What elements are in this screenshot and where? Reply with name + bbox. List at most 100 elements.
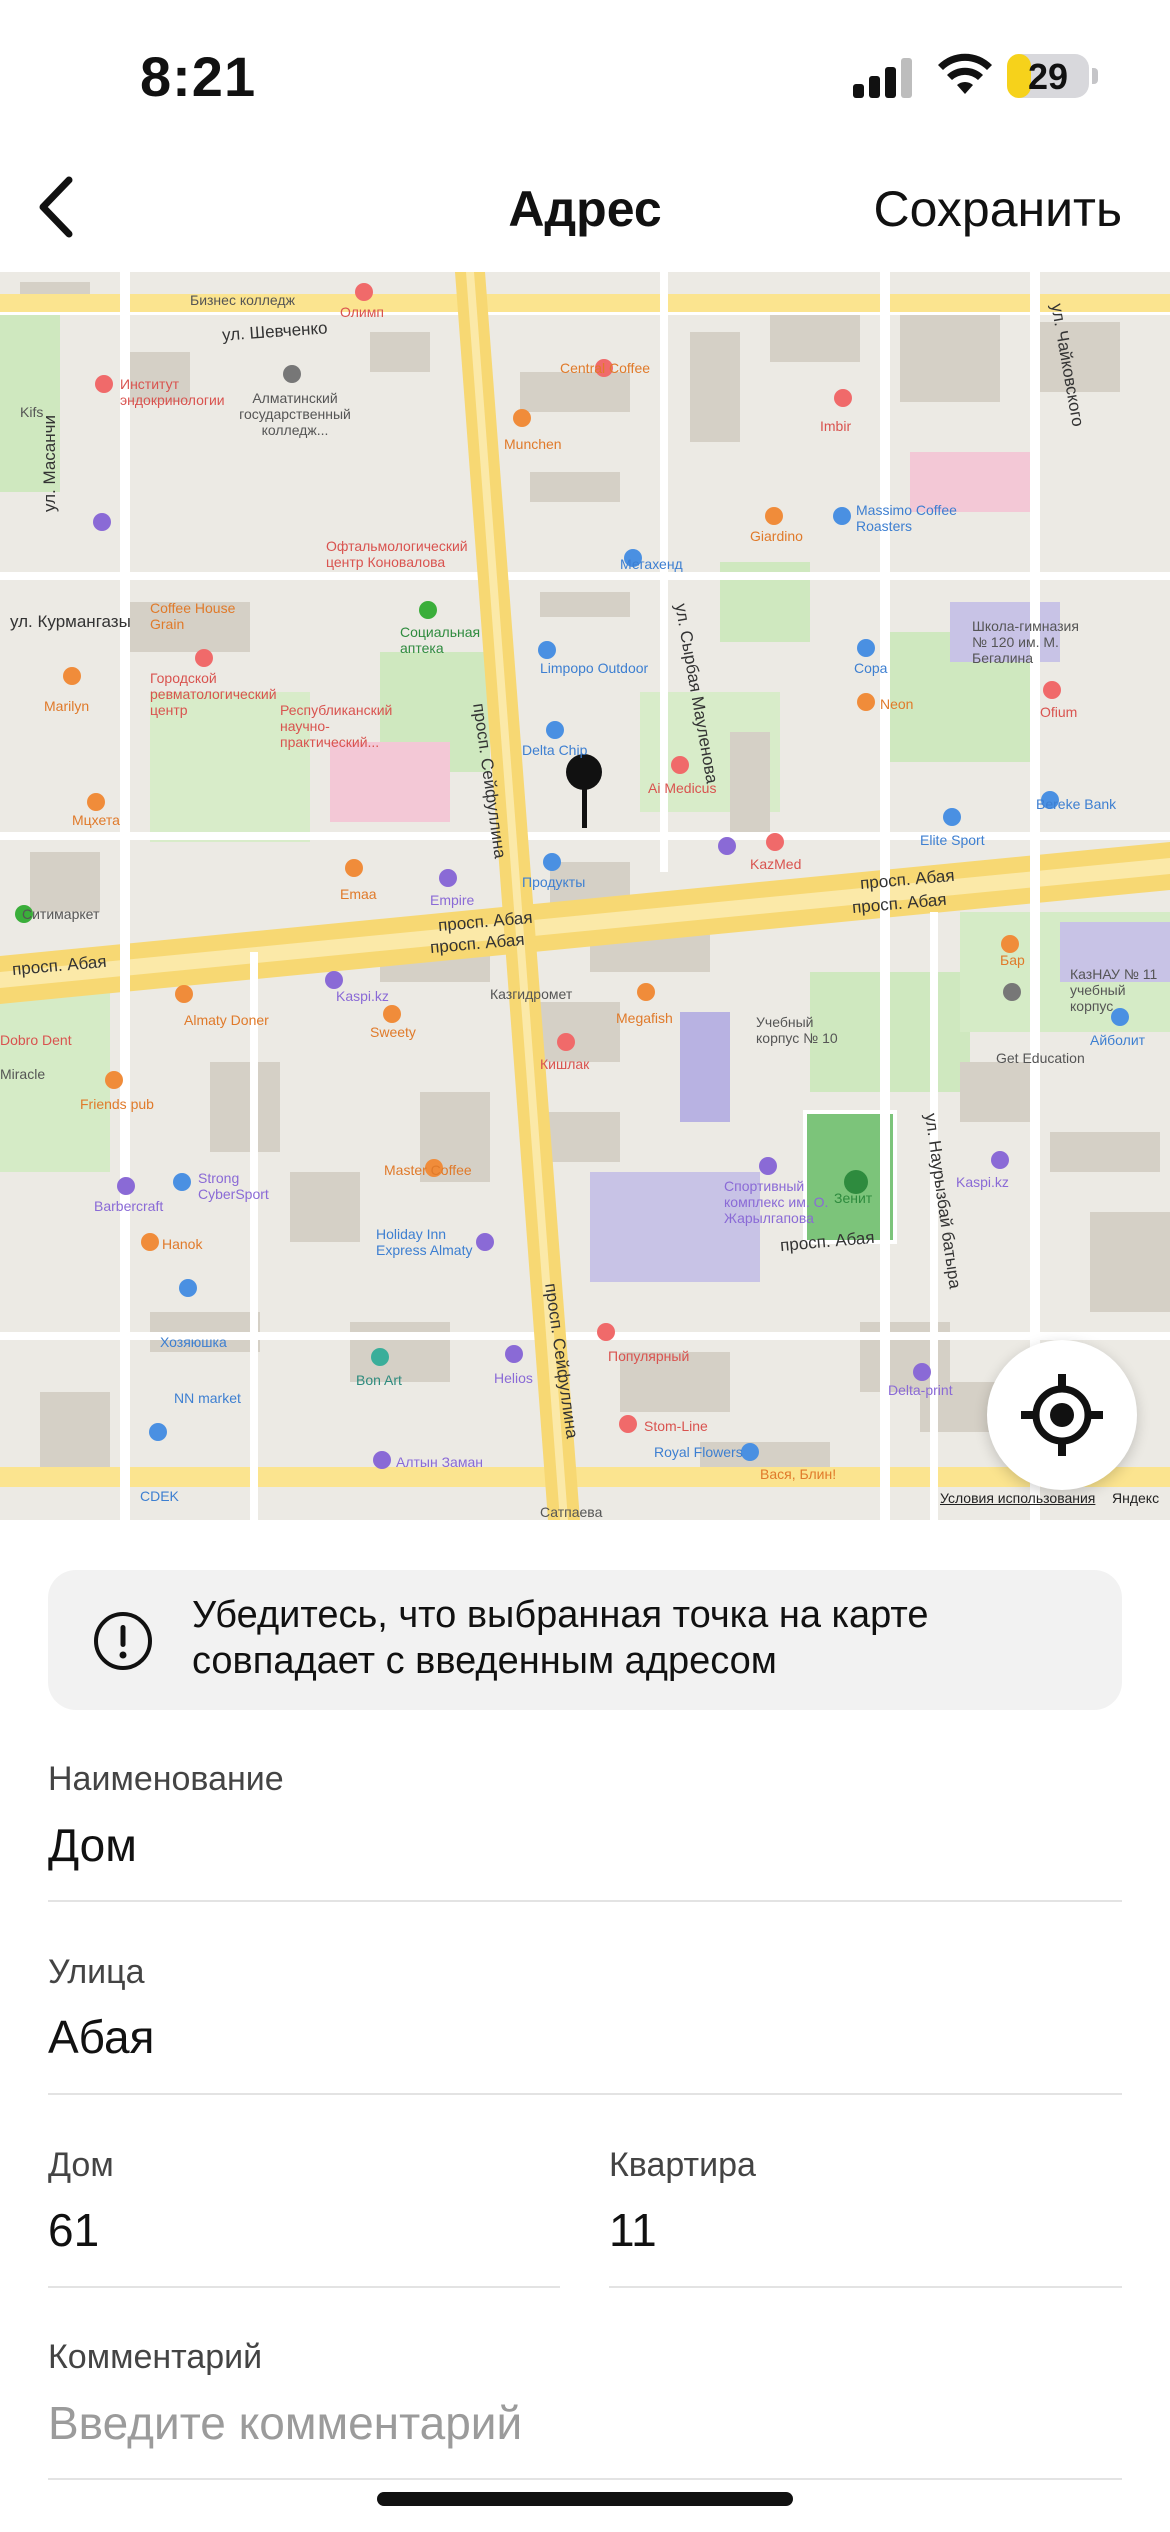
apartment-field[interactable]: 11 [609, 2203, 657, 2257]
map-label: Delta Chip [522, 742, 588, 758]
comment-label: Комментарий [48, 2338, 263, 2376]
map-label: Helios [494, 1370, 533, 1386]
name-label: Наименование [48, 1760, 284, 1798]
house-divider [48, 2286, 560, 2288]
map-label: Master Coffee [384, 1162, 472, 1178]
map-label: Олимп [340, 304, 384, 320]
map-label: Бар [1000, 952, 1025, 968]
map-label: NN market [174, 1390, 241, 1406]
map-label: Казгидромет [490, 986, 573, 1002]
map-label: Вася, Блин! [760, 1466, 837, 1482]
map-label: CDEK [140, 1488, 179, 1504]
battery-tip [1092, 68, 1098, 84]
map-label: Miracle [0, 1066, 46, 1082]
map-terms-link[interactable]: Условия использования [940, 1490, 1095, 1506]
map-label: Megafish [616, 1010, 673, 1026]
map-label: Holiday Inn Express Almaty [376, 1226, 473, 1258]
status-time: 8:21 [140, 45, 257, 108]
map-canvas [0, 272, 1170, 1520]
map-label: Marilyn [44, 698, 90, 714]
map-brand-logo: Яндекс [1112, 1490, 1160, 1506]
map-label: Kaspi.kz [956, 1174, 1009, 1190]
comment-divider [48, 2478, 1122, 2480]
map-label: Республиканский научно-практический... [280, 702, 393, 750]
map-label: Учебный корпус № 10 [756, 1014, 838, 1046]
cellular-signal-icon [853, 58, 912, 98]
map-label: Massimo Coffee Roasters [856, 502, 957, 534]
map-label: Coffee House Grain [150, 600, 236, 632]
street-field[interactable]: Абая [48, 2010, 154, 2064]
map-label: Friends pub [80, 1096, 154, 1112]
map-label: Giardino [750, 528, 803, 544]
house-label: Дом [48, 2146, 114, 2184]
comment-input[interactable] [48, 2396, 1118, 2450]
map-label: Sweety [370, 1024, 416, 1040]
map-label: Royal Flowers [654, 1444, 743, 1460]
map-label: Зенит [834, 1190, 873, 1206]
name-divider [48, 1900, 1122, 1902]
street-label: Улица [48, 1953, 145, 1991]
map-label: КазНАУ № 11 учебный корпус [1070, 966, 1158, 1014]
map-label: Бизнес колледж [190, 292, 295, 308]
map-label: Stom-Line [644, 1418, 708, 1434]
map-label: Emaa [340, 886, 377, 902]
street-divider [48, 2093, 1122, 2095]
map-label: Kaspi.kz [336, 988, 389, 1004]
map-label: Сора [854, 660, 888, 676]
map-label: Delta-print [888, 1382, 953, 1398]
map-label: Мегахенд [620, 556, 683, 572]
map-label: Barbercraft [94, 1198, 164, 1214]
map-label: Кишлак [540, 1056, 590, 1072]
map-label: Neon [880, 696, 914, 712]
map-label: Хозяюшка [160, 1334, 227, 1350]
locate-me-button[interactable] [987, 1340, 1137, 1490]
name-field[interactable]: Дом [48, 1818, 137, 1872]
map-label: Get Education [996, 1050, 1085, 1066]
map-label: Популярный [608, 1348, 690, 1364]
map-label: Сатпаева [540, 1504, 603, 1520]
map-label: Продукты [522, 874, 586, 890]
battery-level: 29 [1027, 56, 1069, 97]
map-label: Imbir [820, 418, 852, 434]
save-button[interactable]: Сохранить [874, 180, 1122, 238]
wifi-icon [938, 53, 992, 94]
map-label: Алтын Заман [396, 1454, 483, 1470]
map-label: ул. Масанчи [40, 415, 59, 512]
address-notice: Убедитесь, что выбранная точка на карте … [48, 1570, 1122, 1710]
apartment-label: Квартира [609, 2146, 756, 2184]
map-label: Almaty Doner [184, 1012, 269, 1028]
house-field[interactable]: 61 [48, 2203, 99, 2257]
apartment-divider [609, 2286, 1122, 2288]
map-label: Empire [430, 892, 475, 908]
map-label: Central Coffee [560, 360, 651, 376]
map-label: Социальная аптека [400, 624, 481, 656]
map-label: Kifs [20, 404, 44, 420]
map-label: Офтальмологический центр Коновалова [326, 538, 468, 570]
notice-text: Убедитесь, что выбранная точка на карте … [192, 1594, 929, 1682]
exclamation-circle-icon [94, 1612, 152, 1670]
map-label: Bereke Bank [1036, 796, 1117, 812]
map-label: Алматинский государственный колледж... [239, 390, 351, 438]
map-label: Институт эндокринологии [120, 376, 225, 408]
map-label: Hanok [162, 1236, 203, 1252]
map-label: Munchen [504, 436, 562, 452]
map-label: Bon Art [356, 1372, 402, 1388]
map-label: Ai Medicus [648, 780, 717, 796]
map-label: KazMed [750, 856, 802, 872]
map-label: Городской ревматологический центр [150, 670, 277, 718]
map-label: ул. Курмангазы [10, 612, 131, 631]
map-label: Ситимаркет [22, 906, 100, 922]
map-view[interactable]: ул. Шевченко ул. Курмангазы ул. Масанчи … [0, 272, 1170, 1520]
map-label: Айболит [1090, 1032, 1146, 1048]
map-label: Dobro Dent [0, 1032, 72, 1048]
map-label: Limpopo Outdoor [540, 660, 649, 676]
map-label: Мцхета [72, 812, 120, 828]
map-label: Strong CyberSport [198, 1170, 269, 1202]
map-label: Ofium [1040, 704, 1078, 720]
map-label: Elite Sport [920, 832, 985, 848]
crosshair-locate-icon [1021, 1374, 1103, 1456]
battery-indicator: 29 [1007, 54, 1089, 98]
map-pin-icon [566, 754, 602, 828]
map-label: Школа-гимназия № 120 им. М. Бегалина [972, 618, 1079, 666]
home-indicator[interactable] [377, 2492, 793, 2506]
